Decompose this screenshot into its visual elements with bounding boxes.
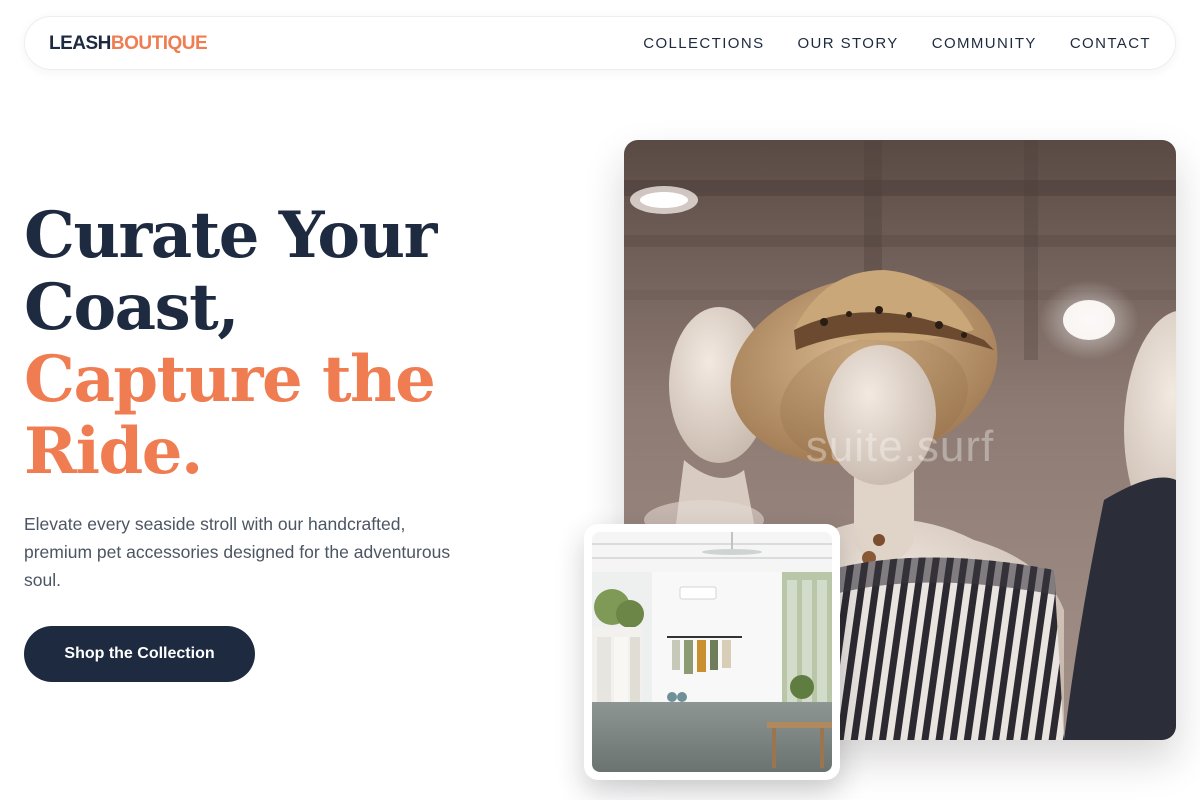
headline-line-2: Coast, [24,270,239,345]
logo-leash: LEASH [49,33,111,54]
hero-headline: Curate Your Coast, Capture the Ride. [24,198,437,489]
nav-link-contact[interactable]: CONTACT [1070,35,1151,52]
logo-boutique: BOUTIQUE [110,33,208,54]
hero-inset-image [584,524,840,780]
headline-line-1: Curate Your [24,198,437,273]
inset-image-frame [592,532,832,772]
nav-link-collections[interactable]: COLLECTIONS [643,35,764,52]
headline-line-3: Capture the [24,342,436,417]
boutique-interior-photo [592,532,832,772]
image-watermark: suite.surf [805,422,995,471]
navbar: LEASHBOUTIQUE COLLECTIONS OUR STORY COMM… [24,16,1176,70]
nav-link-our-story[interactable]: OUR STORY [797,35,898,52]
hero-subtext: Elevate every seaside stroll with our ha… [24,514,451,590]
shop-collection-button[interactable]: Shop the Collection [24,626,255,682]
nav-link-community[interactable]: COMMUNITY [932,35,1037,52]
headline-line-4: Ride. [24,414,203,489]
brand-logo[interactable]: LEASHBOUTIQUE [49,32,208,56]
nav-menu: COLLECTIONS OUR STORY COMMUNITY CONTACT [643,17,1151,69]
